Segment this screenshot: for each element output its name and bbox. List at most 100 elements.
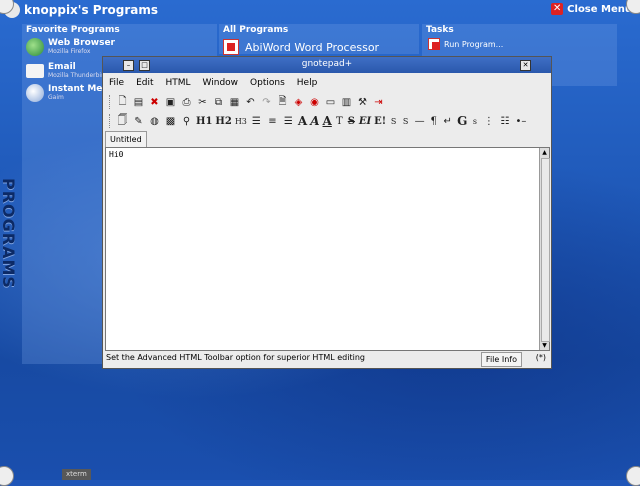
window-close-button[interactable]: ✕ xyxy=(520,60,531,71)
small-button[interactable]: s xyxy=(470,115,479,128)
chat-icon xyxy=(26,84,44,102)
glossary-button[interactable]: G xyxy=(457,114,467,128)
image-icon[interactable]: ▩ xyxy=(164,115,177,128)
vertical-scrollbar[interactable]: ▲ ▼ xyxy=(539,148,550,350)
corner-icon-bottom-left[interactable] xyxy=(0,466,14,486)
italic-button[interactable]: A xyxy=(310,114,319,128)
close-menu-button[interactable]: ✕ Close Menu xyxy=(551,3,632,15)
favorite-title: Web Browser xyxy=(48,38,115,48)
h3-button[interactable]: H3 xyxy=(235,115,247,128)
corner-icon-bottom-right[interactable] xyxy=(626,466,640,486)
run-program-task[interactable]: Run Program... xyxy=(428,38,503,50)
taskbar-xterm[interactable]: xterm xyxy=(62,469,91,480)
goto-icon[interactable]: ▭ xyxy=(324,96,337,109)
scrollbar-thumb[interactable] xyxy=(541,158,550,342)
program-abiword[interactable]: AbiWord Word Processor xyxy=(223,39,379,55)
subscript-button[interactable]: S xyxy=(389,115,398,128)
toolbar-grip[interactable] xyxy=(109,95,113,109)
status-bar: Set the Advanced HTML Toolbar option for… xyxy=(105,351,548,367)
emphasis-button[interactable]: EI xyxy=(359,115,371,128)
menubar: File Edit HTML Window Options Help xyxy=(103,75,551,91)
menu-edit[interactable]: Edit xyxy=(130,75,159,91)
favorite-subtitle: Mozilla Thunderbird xyxy=(48,72,108,79)
open-file-icon[interactable]: ▤ xyxy=(132,96,145,109)
find-icon[interactable]: 🗎 xyxy=(276,96,289,109)
paragraph-button[interactable]: ¶ xyxy=(429,115,438,128)
ordered-list-icon[interactable]: ⋮ xyxy=(482,115,495,128)
scroll-down-icon[interactable]: ▼ xyxy=(540,341,549,350)
gnotepad-window: – □ gnotepad+ ✕ File Edit HTML Window Op… xyxy=(102,56,552,369)
favorite-title: Email xyxy=(48,62,76,72)
strong-button[interactable]: E! xyxy=(374,115,386,128)
scroll-up-icon[interactable]: ▲ xyxy=(540,148,549,157)
strike-button[interactable]: S xyxy=(347,115,356,128)
tasks-heading: Tasks xyxy=(426,25,454,35)
toolbar-grip[interactable] xyxy=(109,114,113,128)
side-label-text: PROGRAMS xyxy=(0,178,18,289)
all-programs-panel: All Programs AbiWord Word Processor xyxy=(219,24,419,55)
unordered-list-icon[interactable]: ☷ xyxy=(498,115,511,128)
abiword-icon xyxy=(223,39,239,55)
file-info-button[interactable]: File Info xyxy=(480,352,522,367)
line-break-icon[interactable]: ↵ xyxy=(441,115,454,128)
redo-icon[interactable]: ↷ xyxy=(260,96,273,109)
new-file-icon[interactable]: 🗋 xyxy=(116,96,129,109)
typewriter-button[interactable]: T xyxy=(335,115,344,128)
run-icon xyxy=(428,38,440,50)
h2-button[interactable]: H2 xyxy=(215,115,231,128)
menu-file[interactable]: File xyxy=(103,75,130,91)
favorite-web-browser[interactable]: Web Browser Mozilla Firefox xyxy=(26,38,115,56)
horizontal-rule-icon[interactable]: — xyxy=(413,115,426,128)
close-file-icon[interactable]: ✖ xyxy=(148,96,161,109)
menu-help[interactable]: Help xyxy=(291,75,324,91)
tools-icon[interactable]: ⚒ xyxy=(356,96,369,109)
color-icon[interactable]: ◍ xyxy=(148,115,161,128)
task-label: Run Program... xyxy=(444,39,504,49)
underline-button[interactable]: A xyxy=(323,114,332,128)
align-center-icon[interactable]: ≡ xyxy=(266,115,279,128)
modified-indicator: (*) xyxy=(535,353,546,362)
text-editor[interactable]: Hi0 ▲ ▼ xyxy=(105,147,550,351)
exit-icon[interactable]: ⇥ xyxy=(372,96,385,109)
align-right-icon[interactable]: ☰ xyxy=(282,115,295,128)
tab-untitled[interactable]: Untitled xyxy=(105,131,147,147)
programs-menu-header: knoppix's Programs ✕ Close Menu xyxy=(0,0,640,20)
program-label: AbiWord Word Processor xyxy=(245,40,380,54)
align-left-icon[interactable]: ☰ xyxy=(250,115,263,128)
pencil-icon[interactable]: ✎ xyxy=(132,115,145,128)
copy-icon[interactable]: ⧉ xyxy=(212,96,225,109)
superscript-button[interactable]: S xyxy=(401,115,410,128)
preferences-icon[interactable]: ▥ xyxy=(340,96,353,109)
print-icon[interactable]: ⎙ xyxy=(180,96,193,109)
editor-content: Hi0 xyxy=(109,150,124,159)
menu-window[interactable]: Window xyxy=(197,75,245,91)
menu-options[interactable]: Options xyxy=(244,75,291,91)
favorites-heading: Favorite Programs xyxy=(26,25,120,35)
bold-button[interactable]: A xyxy=(298,114,307,128)
magnify-icon[interactable]: ⚲ xyxy=(180,115,193,128)
programs-side-label: PROGRAMS xyxy=(0,170,24,310)
window-title: gnotepad+ xyxy=(301,59,353,69)
favorite-email[interactable]: Email Mozilla Thunderbird xyxy=(26,62,107,79)
envelope-icon xyxy=(26,64,44,78)
globe-icon xyxy=(26,38,44,56)
status-message: Set the Advanced HTML Toolbar option for… xyxy=(106,353,365,362)
find-next-icon[interactable]: ◈ xyxy=(292,96,305,109)
paste-icon[interactable]: ▦ xyxy=(228,96,241,109)
window-titlebar[interactable]: – □ gnotepad+ ✕ xyxy=(103,57,551,73)
h1-button[interactable]: H1 xyxy=(196,115,212,128)
all-programs-heading: All Programs xyxy=(223,25,289,35)
document-icon[interactable]: 🗍 xyxy=(116,115,129,128)
save-icon[interactable]: ▣ xyxy=(164,96,177,109)
undo-icon[interactable]: ↶ xyxy=(244,96,257,109)
document-tabs: Untitled xyxy=(105,131,147,148)
menu-html[interactable]: HTML xyxy=(160,75,197,91)
html-toolbar: 🗍 ✎ ◍ ▩ ⚲ H1 H2 H3 ☰ ≡ ☰ A A A T S EI E!… xyxy=(109,112,527,130)
close-icon: ✕ xyxy=(551,3,564,15)
main-toolbar: 🗋 ▤ ✖ ▣ ⎙ ✂ ⧉ ▦ ↶ ↷ 🗎 ◈ ◉ ▭ ▥ ⚒ ⇥ xyxy=(109,93,385,111)
favorite-subtitle: Mozilla Firefox xyxy=(48,48,91,55)
close-menu-label: Close Menu xyxy=(567,3,632,15)
list-item-icon[interactable]: •– xyxy=(514,115,527,128)
replace-icon[interactable]: ◉ xyxy=(308,96,321,109)
cut-icon[interactable]: ✂ xyxy=(196,96,209,109)
